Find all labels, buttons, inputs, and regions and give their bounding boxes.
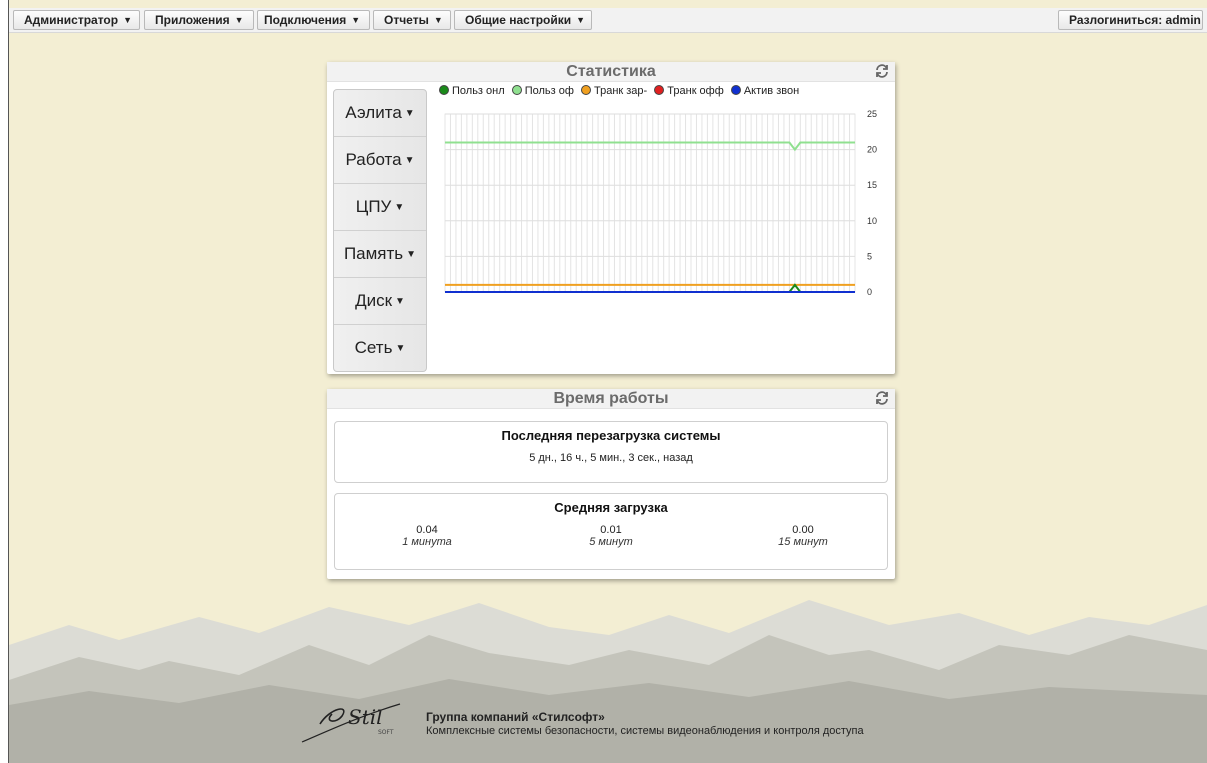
uptime-title: Время работы [553,390,669,407]
legend-label: Актив звон [743,85,800,97]
menu-connections-label: Подключения [264,13,347,27]
stilsoft-logo: Stil SOFT [301,703,401,743]
menu-item-label: Работа [345,150,402,169]
caret-down-icon: ▼ [404,108,415,119]
legend-label: Польз онл [452,85,505,97]
caret-down-icon: ▼ [576,15,586,25]
refresh-icon[interactable] [874,63,890,79]
plot-area [444,113,856,293]
menu-admin[interactable]: Администратор ▼ [13,10,140,30]
menu-item-label: Аэлита [345,103,402,122]
menu-item-aelita[interactable]: Аэлита ▼ [334,90,426,137]
menu-item-label: ЦПУ [355,197,392,216]
footer: Группа компаний «Стилсофт» Комплексные с… [426,710,864,737]
caret-down-icon: ▼ [404,155,415,166]
y-tick-label: 25 [867,109,877,119]
last-reboot-title: Последняя перезагрузка системы [501,428,721,443]
legend-item[interactable]: Актив звон [730,84,800,98]
load-value: 0.01 [600,524,622,536]
menu-connections[interactable]: Подключения ▼ [257,10,370,30]
caret-down-icon: ▼ [395,296,405,307]
menu-item-network[interactable]: Сеть ▼ [334,325,426,371]
logo-text: Stil [348,705,383,729]
legend-dot-icon [730,85,741,95]
menu-item-label: Сеть [354,338,393,357]
menu-item-work[interactable]: Работа ▼ [334,137,426,184]
menu-item-cpu[interactable]: ЦПУ ▼ [334,184,426,231]
load-1min: 0.04 1 минута [367,524,487,548]
caret-down-icon: ▼ [406,249,417,260]
last-reboot-value: 5 дн., 16 ч., 5 мин., 3 сек., назад [529,452,693,464]
load-label: 5 минут [589,536,633,548]
menu-admin-label: Администратор [24,13,119,27]
menu-item-disk[interactable]: Диск ▼ [334,278,426,325]
menu-general-settings-label: Общие настройки [465,13,572,27]
legend-label: Транк офф [667,85,724,97]
menu-applications[interactable]: Приложения ▼ [144,10,254,30]
menu-item-label: Память [343,244,404,263]
mountains-background [9,600,1207,763]
logout-button[interactable]: Разлогиниться: admin [1058,10,1203,30]
legend-item[interactable]: Транк офф [654,84,724,98]
legend-label: Транк зар- [593,85,648,97]
legend-dot-icon [439,85,449,95]
menu-item-memory[interactable]: Память ▼ [334,231,426,278]
refresh-icon[interactable] [874,390,890,406]
statistics-category-menu: Аэлита ▼ Работа ▼ ЦПУ ▼ Память ▼ Диск ▼ Сеть ▼ [333,89,427,372]
statistics-panel: Статистика Аэлита ▼ Работа ▼ ЦПУ ▼ Память ▼ … [327,62,895,374]
uptime-panel: Время работы Последняя перезагрузка сист… [327,389,895,579]
y-tick-label: 10 [867,216,877,226]
y-tick-label: 15 [867,180,877,190]
footer-subtitle: Комплексные системы безопасности, систем… [426,725,864,737]
load-label: 1 минута [402,536,452,548]
statistics-panel-header: Статистика [327,62,895,82]
caret-down-icon: ▼ [351,15,361,25]
y-tick-label: 5 [867,251,872,261]
legend-item[interactable]: Польз онл [439,84,505,98]
window-left-edge [0,0,9,763]
load-15min: 0.00 15 минут [743,524,863,548]
footer-title: Группа компаний «Стилсофт» [426,710,605,724]
legend-dot-icon [511,85,522,95]
menu-item-label: Диск [355,291,393,310]
statistics-title: Статистика [566,63,656,80]
load-5min: 0.01 5 минут [551,524,671,548]
load-average-title: Средняя загрузка [554,500,668,515]
menu-reports-label: Отчеты [384,13,429,27]
legend-item[interactable]: Транк зар- [580,84,648,98]
menu-general-settings[interactable]: Общие настройки ▼ [454,10,592,30]
uptime-panel-header: Время работы [327,389,895,409]
chart-legend: Польз онл Польз оф Транк зар- Транк офф … [439,84,803,98]
caret-down-icon: ▼ [123,15,133,25]
legend-dot-icon [654,85,665,95]
legend-dot-icon [580,85,591,95]
legend-item[interactable]: Польз оф [511,84,574,98]
legend-label: Польз оф [524,85,574,97]
logout-label: Разлогиниться: admin [1069,13,1201,27]
y-tick-label: 0 [867,287,872,297]
top-menubar: Администратор ▼ Приложения ▼ Подключения ▼ … [9,8,1207,33]
caret-down-icon: ▼ [395,343,406,354]
y-tick-label: 20 [867,145,877,155]
load-average-box: Средняя загрузка 0.04 1 минута 0.01 5 ми… [334,493,888,570]
caret-down-icon: ▼ [433,15,443,25]
last-reboot-box: Последняя перезагрузка системы 5 дн., 16… [334,421,888,483]
statistics-chart: 25 20 15 10 5 0 [444,109,877,297]
menu-applications-label: Приложения [155,13,230,27]
caret-down-icon: ▼ [394,202,405,213]
caret-down-icon: ▼ [234,15,244,25]
logo-subtext: SOFT [378,729,394,736]
load-label: 15 минут [778,536,828,548]
load-value: 0.00 [792,524,814,536]
menu-reports[interactable]: Отчеты ▼ [373,10,451,30]
load-value: 0.04 [416,524,438,536]
